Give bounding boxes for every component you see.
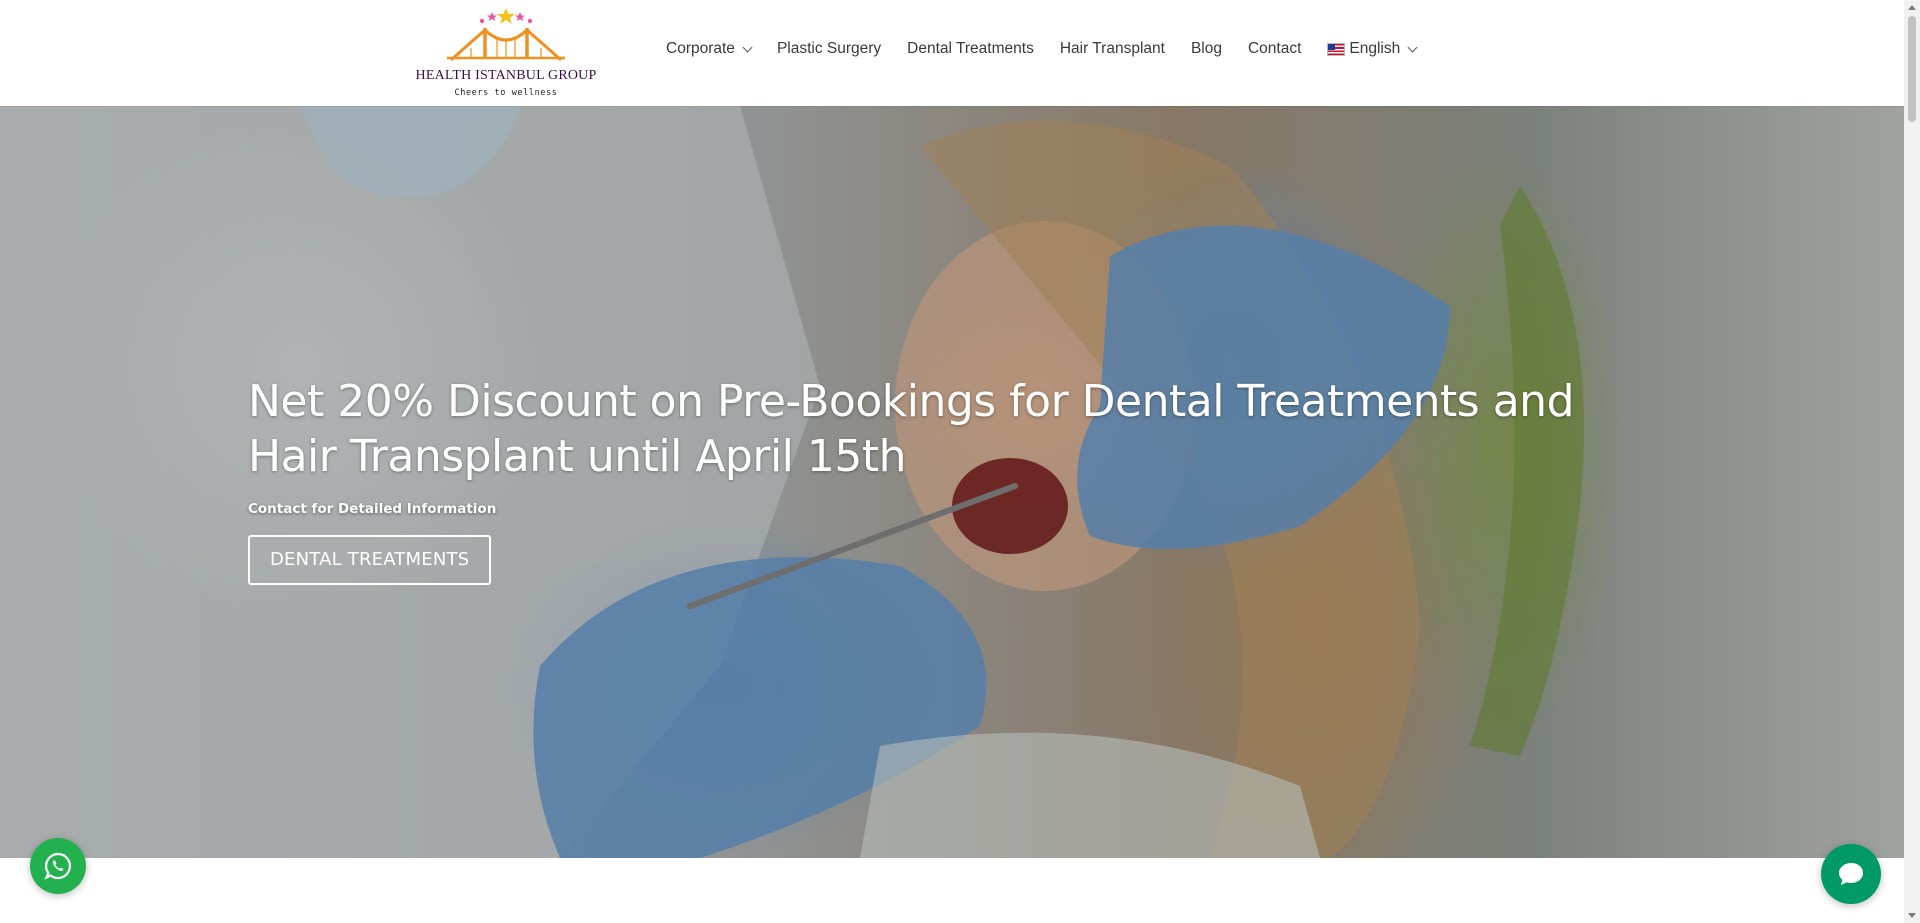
language-switcher[interactable]: English (1327, 40, 1418, 58)
nav-item-label: Blog (1190, 40, 1222, 57)
nav-item-plastic-surgery[interactable]: Plastic Surgery (777, 40, 881, 58)
scroll-down-arrow-icon[interactable] (1908, 913, 1916, 918)
us-flag-icon (1327, 42, 1346, 56)
hero-content: Net 20% Discount on Pre-Bookings for Den… (248, 374, 1648, 585)
nav-item-label: Dental Treatments (907, 40, 1034, 57)
scrollbar-thumb[interactable] (1908, 16, 1916, 122)
chat-bubble-icon (1839, 863, 1863, 885)
chevron-down-icon (1407, 42, 1418, 52)
nav-item-label: Contact (1247, 40, 1302, 57)
whatsapp-icon (44, 852, 71, 880)
hero-subtitle: Contact for Detailed Information (248, 501, 497, 517)
chevron-down-icon (742, 42, 753, 52)
site-logo[interactable]: HEALTH ISTANBUL GROUP Cheers to wellness (415, 8, 597, 102)
dental-treatments-button[interactable]: DENTAL TREATMENTS (248, 535, 492, 585)
nav-item-label: Hair Transplant (1059, 40, 1165, 57)
nav-item-corporate[interactable]: Corporate (666, 40, 753, 58)
main-nav: Corporate Plastic Surgery Dental Treatme… (666, 40, 1442, 58)
logo-tagline: Cheers to wellness (454, 88, 558, 98)
live-chat-button[interactable] (1821, 844, 1881, 904)
whatsapp-button[interactable] (30, 838, 86, 894)
nav-item-hair-transplant[interactable]: Hair Transplant (1060, 40, 1165, 58)
hero-title: Net 20% Discount on Pre-Bookings for Den… (248, 376, 1575, 482)
nav-item-blog[interactable]: Blog (1191, 40, 1222, 58)
language-label: English (1349, 40, 1401, 57)
page-scrollbar[interactable] (1904, 0, 1920, 923)
bridge-with-stars-logo-icon (447, 8, 565, 62)
nav-item-label: Plastic Surgery (776, 40, 882, 57)
nav-item-label: Corporate (666, 40, 735, 57)
scroll-up-arrow-icon[interactable] (1908, 5, 1916, 10)
nav-item-dental-treatments[interactable]: Dental Treatments (907, 40, 1034, 58)
site-header: HEALTH ISTANBUL GROUP Cheers to wellness… (0, 0, 1904, 106)
hero-banner: Net 20% Discount on Pre-Bookings for Den… (0, 106, 1904, 858)
logo-wordmark: HEALTH ISTANBUL GROUP (415, 68, 597, 83)
nav-item-contact[interactable]: Contact (1248, 40, 1301, 58)
